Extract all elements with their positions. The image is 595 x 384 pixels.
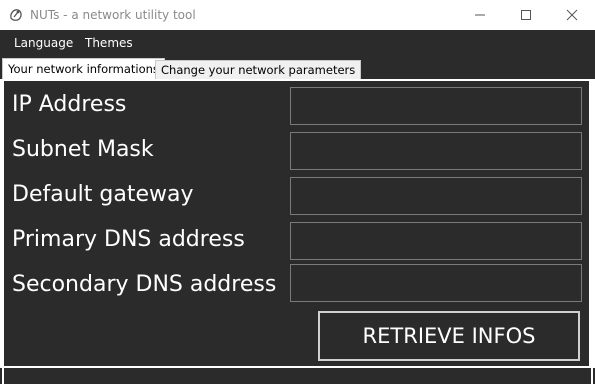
menu-language[interactable]: Language xyxy=(14,34,73,53)
menu-bar: Language Themes xyxy=(0,30,595,57)
network-info-panel: IP Address Subnet Mask Default gateway P… xyxy=(2,79,591,368)
bottom-edge xyxy=(0,368,595,384)
primary-dns-label: Primary DNS address xyxy=(12,227,245,252)
app-logo-icon xyxy=(8,7,24,23)
default-gateway-label: Default gateway xyxy=(12,182,194,207)
tab-change-network-parameters[interactable]: Change your network parameters xyxy=(155,60,362,79)
tab-network-informations[interactable]: Your network informations xyxy=(2,58,165,79)
secondary-dns-field[interactable] xyxy=(290,264,582,302)
menu-themes[interactable]: Themes xyxy=(85,34,133,53)
tab-strip: Your network informations Change your ne… xyxy=(0,57,595,79)
maximize-button[interactable] xyxy=(503,0,549,30)
minimize-button[interactable] xyxy=(457,0,503,30)
minimize-icon xyxy=(475,14,485,16)
retrieve-infos-button[interactable]: RETRIEVE INFOS xyxy=(318,311,580,361)
close-button[interactable] xyxy=(549,0,595,30)
maximize-icon xyxy=(521,10,531,20)
primary-dns-field[interactable] xyxy=(290,222,582,260)
panel-right-border xyxy=(591,368,593,384)
subnet-mask-label: Subnet Mask xyxy=(12,137,154,162)
window-title: NUTs - a network utility tool xyxy=(30,8,196,22)
title-bar: NUTs - a network utility tool xyxy=(0,0,595,30)
secondary-dns-label: Secondary DNS address xyxy=(12,272,277,297)
subnet-mask-field[interactable] xyxy=(290,132,582,170)
ip-address-field[interactable] xyxy=(290,87,582,125)
ip-address-label: IP Address xyxy=(12,92,127,117)
default-gateway-field[interactable] xyxy=(290,177,582,215)
panel-left-border xyxy=(2,368,4,384)
close-icon xyxy=(566,9,578,21)
